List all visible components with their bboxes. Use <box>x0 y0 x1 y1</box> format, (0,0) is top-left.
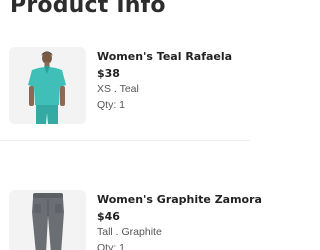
product-item-teal-rafaela[interactable]: Women's Teal Rafaela $38 XS . Teal Qty: … <box>0 47 250 127</box>
product-quantity: Qty: 1 <box>97 242 126 250</box>
product-item-graphite-zamora[interactable]: Women's Graphite Zamora $46 Tall . Graph… <box>0 190 262 250</box>
page-title: Product Info <box>10 0 166 18</box>
product-variant: Tall . Graphite <box>97 226 162 238</box>
product-variant: XS . Teal <box>97 83 139 95</box>
product-details: Women's Teal Rafaela $38 XS . Teal Qty: … <box>97 50 250 112</box>
product-name[interactable]: Women's Teal Rafaela <box>97 50 250 63</box>
graphite-scrub-pants-photo-icon <box>9 190 86 250</box>
product-name[interactable]: Women's Graphite Zamora <box>97 193 262 206</box>
product-details: Women's Graphite Zamora $46 Tall . Graph… <box>97 193 262 250</box>
product-price: $46 <box>97 210 120 223</box>
product-image[interactable] <box>9 47 86 124</box>
divider <box>0 140 250 141</box>
product-image[interactable] <box>9 190 86 250</box>
product-quantity: Qty: 1 <box>97 99 126 111</box>
product-price: $38 <box>97 67 120 80</box>
teal-scrub-top-photo-icon <box>9 47 86 124</box>
